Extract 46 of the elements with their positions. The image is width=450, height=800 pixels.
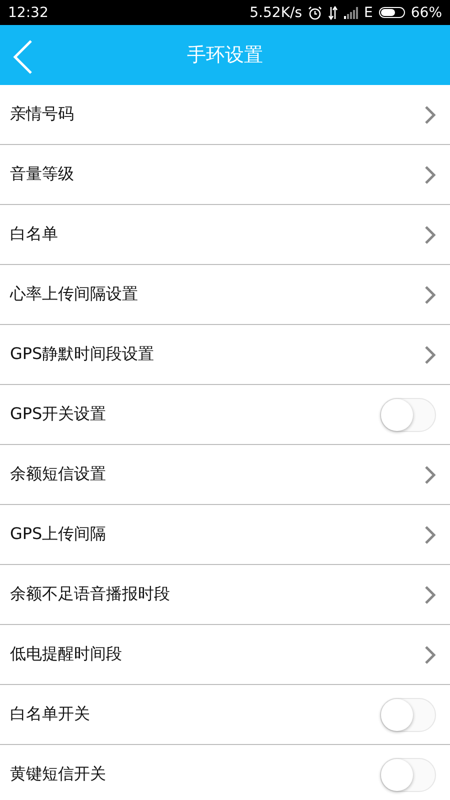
chevron-icon [424, 344, 436, 364]
settings-row[interactable]: GPS静默时间段设置 [0, 325, 450, 385]
chevron-icon [424, 524, 436, 544]
chevron-icon [424, 104, 436, 124]
row-label: GPS静默时间段设置 [10, 344, 156, 365]
network-type: E [364, 4, 373, 20]
chevron-icon [424, 584, 436, 604]
alarm-icon [308, 6, 322, 20]
battery-icon [378, 7, 405, 18]
settings-row[interactable]: 低电提醒时间段 [0, 625, 450, 685]
toggle-switch[interactable] [380, 758, 436, 792]
settings-row[interactable]: 音量等级 [0, 145, 450, 205]
row-label: 低电提醒时间段 [10, 644, 123, 665]
status-time: 12:32 [8, 4, 48, 20]
settings-row[interactable]: 余额短信设置 [0, 445, 450, 505]
chevron-icon [424, 164, 436, 184]
settings-row[interactable]: GPS开关设置 [0, 385, 450, 445]
toggle-switch[interactable] [380, 398, 436, 432]
settings-row[interactable]: 余额不足语音播报时段 [0, 565, 450, 625]
row-label: 白名单开关 [10, 704, 91, 725]
row-label: 白名单 [10, 224, 59, 245]
toggle-switch[interactable] [380, 698, 436, 732]
settings-row[interactable]: GPS上传间隔 [0, 505, 450, 565]
row-label: 余额短信设置 [10, 464, 107, 485]
page-title: 手环设置 [187, 43, 263, 68]
data-arrows-icon [328, 6, 338, 20]
settings-row[interactable]: 白名单开关 [0, 685, 450, 745]
row-label: 黄键短信开关 [10, 764, 107, 785]
battery-percent: 66% [410, 4, 442, 20]
row-label: 心率上传间隔设置 [10, 284, 139, 305]
row-label: 音量等级 [10, 164, 75, 185]
chevron-icon [424, 644, 436, 664]
back-icon[interactable] [12, 39, 34, 75]
row-label: 余额不足语音播报时段 [10, 584, 171, 605]
chevron-icon [424, 284, 436, 304]
row-label: GPS开关设置 [10, 404, 108, 425]
row-label: GPS上传间隔 [10, 524, 108, 545]
chevron-icon [424, 464, 436, 484]
settings-row[interactable]: 黄键短信开关 [0, 745, 450, 800]
row-label: 亲情号码 [10, 104, 75, 125]
settings-row[interactable]: 亲情号码 [0, 85, 450, 145]
signal-icon [344, 6, 358, 18]
settings-row[interactable]: 心率上传间隔设置 [0, 265, 450, 325]
settings-row[interactable]: 白名单 [0, 205, 450, 265]
chevron-icon [424, 224, 436, 244]
network-speed: 5.52K/s [250, 4, 302, 20]
